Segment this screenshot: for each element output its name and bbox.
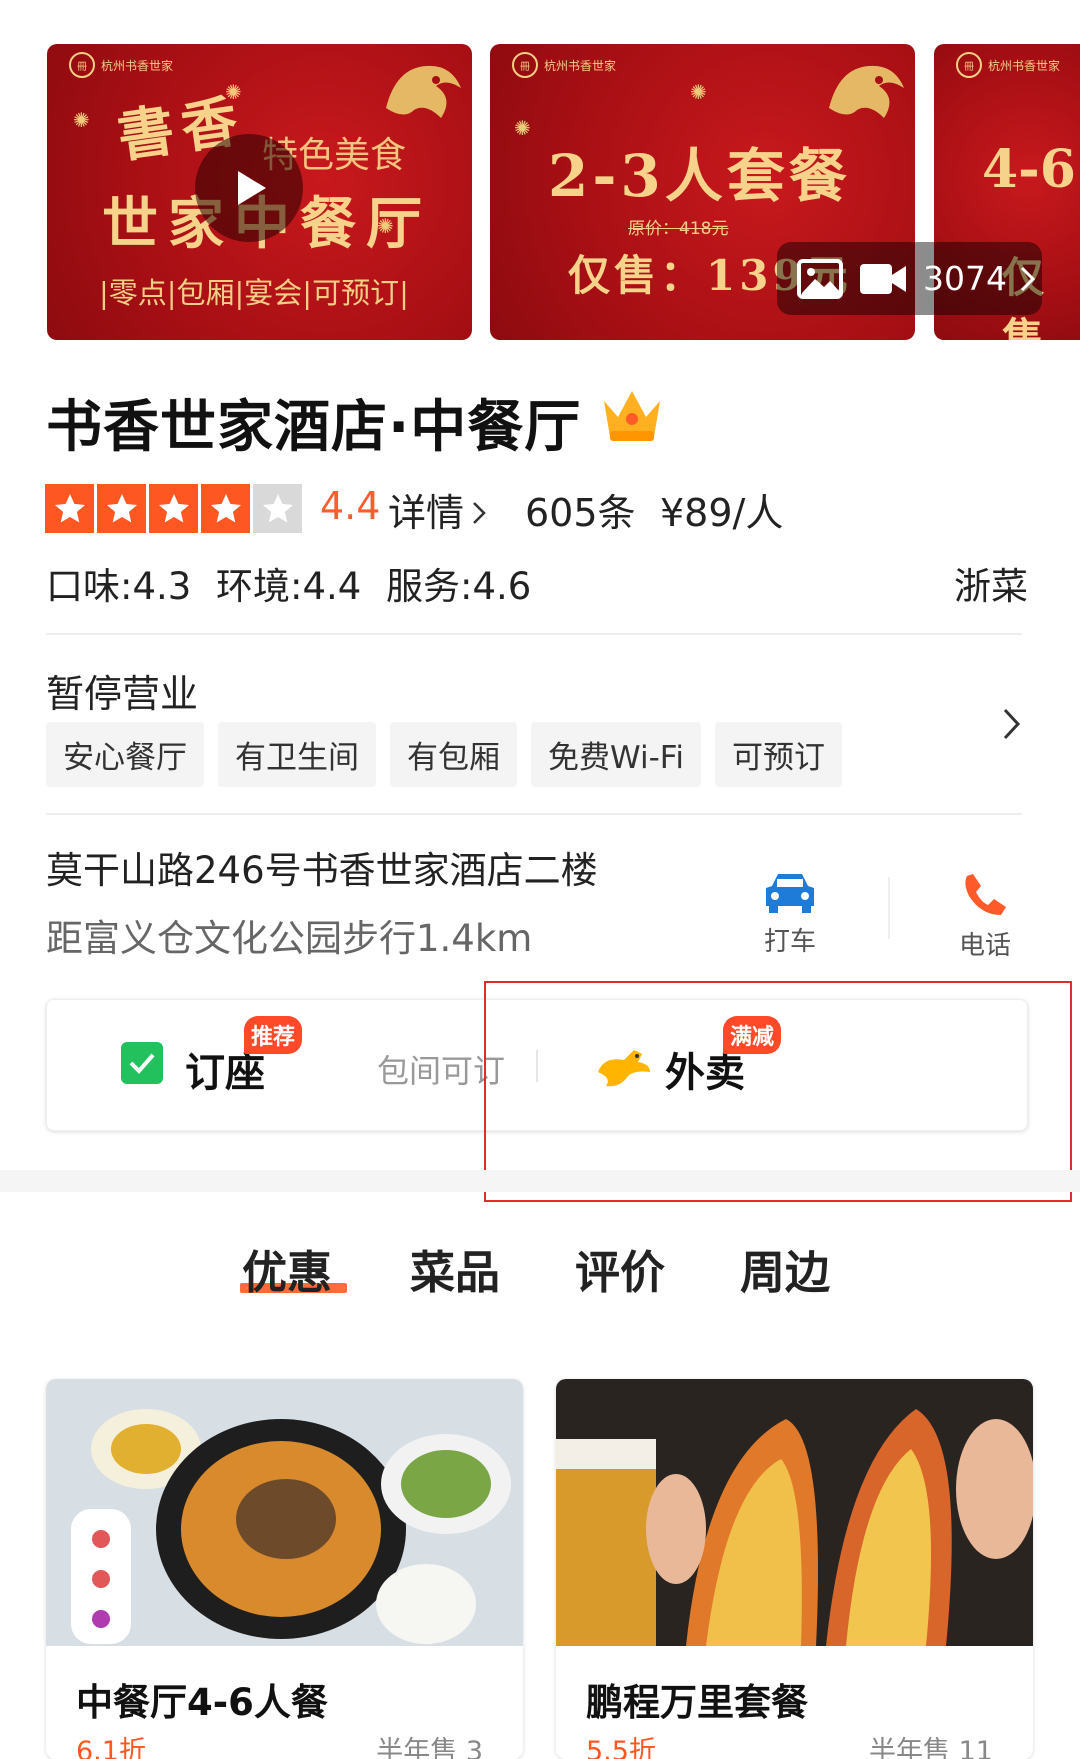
- facility-tag: 有包厢: [390, 722, 517, 787]
- crown-icon: [604, 391, 660, 441]
- walking-distance: 距富义仓文化公园步行1.4km: [46, 917, 533, 960]
- banner-logo-text: 杭州书香世家: [544, 58, 617, 73]
- phone-icon: [965, 874, 1006, 915]
- facility-tag: 免费Wi-Fi: [531, 722, 701, 787]
- deal-card[interactable]: 鹏程万里套餐 5.5折 半年售 11: [556, 1379, 1033, 1759]
- deal-photo: [556, 1379, 1033, 1646]
- car-icon: [766, 874, 814, 913]
- rating-score: 4.4: [320, 484, 381, 528]
- chevron-right-icon[interactable]: [1000, 704, 1024, 744]
- highlight-annotation-box: [484, 981, 1072, 1202]
- facility-tag: 可预订: [714, 722, 842, 787]
- image-icon: [797, 258, 843, 299]
- star-empty-icon: [253, 484, 302, 533]
- banner-features: |零点|包厢|宴会|可预订|: [99, 276, 409, 310]
- tab-deals[interactable]: 优惠: [242, 1236, 332, 1301]
- banner-slide-1[interactable]: 冊 杭州书香世家 ✺ ✺ ✺ 書香 特色美食 世家中餐厅 |零点|包厢|宴会|可…: [47, 44, 472, 340]
- call-label: 电话: [958, 931, 1011, 961]
- cuisine-type: 浙菜: [954, 565, 1028, 608]
- media-count: 3074: [923, 259, 1007, 298]
- review-count[interactable]: 605条: [525, 482, 636, 537]
- deal-name: 鹏程万里套餐: [586, 1681, 808, 1724]
- logo-mark-icon: 冊: [69, 52, 95, 78]
- banner-set-title: 2-3人套餐: [548, 142, 851, 210]
- rating-detail-link[interactable]: 详情: [388, 482, 490, 537]
- taste-score: 口味:4.3: [46, 565, 192, 608]
- divider: [46, 813, 1022, 815]
- booking-check-icon: [121, 1042, 163, 1084]
- facility-tags[interactable]: 安心餐厅 有卫生间 有包厢 免费Wi-Fi 可预订: [46, 722, 842, 787]
- star-filled-icon: [97, 484, 146, 533]
- tiger-papercut-icon: [829, 65, 904, 118]
- chevron-right-icon: [1020, 266, 1036, 291]
- deal-photo: [46, 1379, 523, 1646]
- banner-logo: 冊 杭州书香世家: [69, 52, 173, 78]
- logo-mark-icon: 冊: [512, 52, 538, 78]
- banner-logo-text: 杭州书香世家: [101, 58, 174, 73]
- facility-tag: 安心餐厅: [46, 722, 204, 787]
- play-video-button[interactable]: [195, 134, 303, 242]
- shop-name: 书香世家酒店·中餐厅: [46, 395, 582, 460]
- environment-score: 环境:4.4: [216, 565, 362, 608]
- tab-reviews[interactable]: 评价: [575, 1236, 665, 1301]
- tab-nearby[interactable]: 周边: [740, 1236, 830, 1301]
- divider: [888, 877, 890, 939]
- deal-card[interactable]: 中餐厅4-6人餐 6.1折 半年售 3: [46, 1379, 523, 1759]
- deal-name: 中餐厅4-6人餐: [76, 1681, 328, 1724]
- banner-original-price: 原价：418元: [628, 219, 729, 239]
- banner-logo: 冊 杭州书香世家: [956, 52, 1060, 78]
- banner-logo: 冊 杭州书香世家: [512, 52, 616, 78]
- logo-mark-icon: 冊: [956, 52, 982, 78]
- star-filled-icon: [45, 484, 94, 533]
- call-button[interactable]: 电话: [945, 870, 1025, 962]
- recommend-badge: 推荐: [244, 1016, 303, 1054]
- taxi-label: 打车: [763, 927, 816, 957]
- tab-dishes[interactable]: 菜品: [410, 1236, 500, 1301]
- chevron-right-icon: [473, 502, 486, 524]
- taxi-button[interactable]: 打车: [750, 870, 830, 958]
- divider: [46, 633, 1022, 635]
- video-icon: [860, 263, 906, 294]
- media-gallery-button[interactable]: 3074: [777, 242, 1042, 315]
- star-filled-icon: [201, 484, 250, 533]
- average-price: ¥89/人: [660, 491, 784, 535]
- banner-set-title: 4-6: [982, 139, 1076, 200]
- business-status: 暂停营业: [46, 672, 199, 716]
- banner-logo-text: 杭州书香世家: [988, 58, 1061, 73]
- rating-detail-label: 详情: [388, 491, 465, 535]
- star-filled-icon: [149, 484, 198, 533]
- play-icon: [238, 171, 266, 205]
- firework-icon: ✺: [73, 108, 90, 132]
- tiger-papercut-icon: [386, 65, 461, 118]
- shop-address[interactable]: 莫干山路246号书香世家酒店二楼: [46, 840, 598, 894]
- facility-tag: 有卫生间: [218, 722, 376, 787]
- firework-icon: ✺: [690, 80, 707, 104]
- rating-stars: [45, 484, 302, 533]
- firework-icon: ✺: [514, 116, 531, 140]
- section-separator: [0, 1170, 1080, 1192]
- service-score: 服务:4.6: [386, 565, 532, 608]
